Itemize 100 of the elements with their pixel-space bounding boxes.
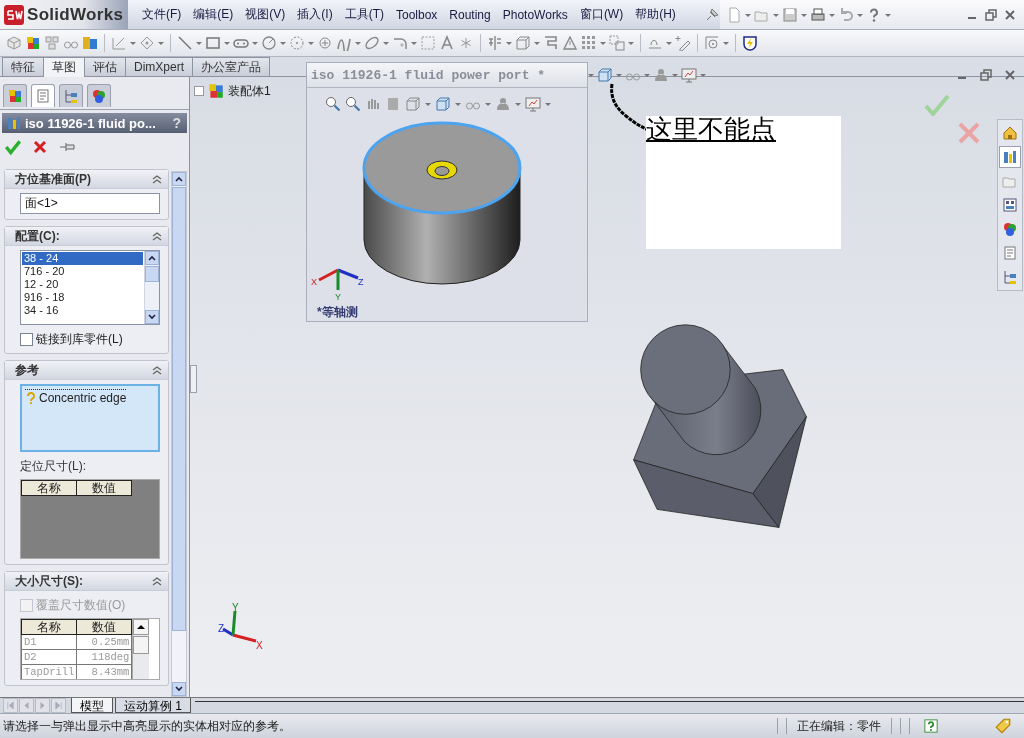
help-icon[interactable] — [924, 719, 938, 733]
chevron-up-icon[interactable] — [174, 175, 184, 183]
list-item[interactable]: 38 - 24 — [22, 252, 143, 265]
grid-icon[interactable] — [581, 35, 597, 51]
new-document-icon[interactable] — [726, 6, 742, 23]
sheets-icon[interactable] — [44, 35, 60, 51]
scrollbar-thumb[interactable] — [133, 636, 150, 654]
chevron-down-icon[interactable] — [174, 685, 184, 693]
menu-item[interactable]: 文件(F) — [136, 4, 188, 25]
menu-item[interactable]: Toolbox — [390, 5, 444, 24]
restore-icon[interactable] — [978, 67, 994, 83]
chevron-down-icon[interactable] — [147, 313, 157, 321]
print-icon[interactable] — [810, 6, 826, 23]
point-circle-icon[interactable] — [317, 35, 333, 51]
command-tab[interactable]: 办公室产品 — [192, 57, 270, 76]
pin-icon[interactable] — [704, 6, 720, 23]
assembly-icon[interactable] — [207, 82, 225, 100]
menu-item[interactable]: 编辑(E) — [187, 4, 240, 25]
cube-outline-icon[interactable] — [515, 35, 531, 51]
list-item[interactable]: 916 - 18 — [22, 291, 143, 304]
undo-icon[interactable] — [838, 6, 854, 23]
mirror-icon[interactable] — [487, 35, 503, 51]
panel-tab[interactable] — [87, 84, 111, 107]
pencil-plus-icon[interactable] — [675, 35, 691, 51]
collapse-icon[interactable] — [151, 364, 163, 376]
collapse-icon[interactable] — [151, 230, 163, 242]
command-tab[interactable]: DimXpert — [125, 57, 193, 76]
menu-item[interactable]: 窗口(W) — [573, 4, 630, 25]
menu-item[interactable]: 视图(V) — [239, 4, 292, 25]
fillet-icon[interactable] — [392, 35, 408, 51]
chevron-up-icon[interactable] — [147, 254, 157, 262]
collapse-icon[interactable] — [151, 575, 163, 587]
collapse-icon[interactable] — [151, 173, 163, 185]
ok-check-icon[interactable] — [4, 138, 22, 156]
circle-icon[interactable] — [261, 35, 277, 51]
menu-item[interactable]: PhotoWorks — [496, 5, 574, 24]
previous-icon[interactable] — [21, 700, 32, 711]
status-message: 请选择一与弹出显示中高亮显示的实体相对应的参考。 — [2, 717, 292, 735]
menu-item[interactable]: 帮助(H) — [629, 4, 682, 25]
text-tool-icon[interactable] — [439, 35, 455, 51]
list-item[interactable]: 12 - 20 — [22, 278, 143, 291]
scene-icon[interactable] — [495, 96, 511, 112]
section-title: 参考 — [15, 361, 39, 379]
save-icon[interactable] — [782, 6, 798, 23]
convert-icon[interactable] — [543, 35, 559, 51]
list-item[interactable]: 34 - 16 — [22, 304, 143, 317]
last-page-icon[interactable] — [53, 700, 64, 711]
monitor-icon[interactable] — [525, 96, 541, 112]
axis-label: Z — [358, 277, 364, 287]
view-orientation-icon[interactable] — [405, 96, 421, 112]
zoom-area-icon[interactable] — [345, 96, 361, 112]
document-tab[interactable]: 运动算例 1 — [115, 698, 191, 713]
tag-icon[interactable] — [994, 717, 1012, 735]
menu-item[interactable]: 工具(T) — [338, 4, 390, 25]
display-style-icon[interactable] — [435, 96, 451, 112]
menu-item[interactable]: 插入(I) — [291, 4, 339, 25]
tree-item[interactable]: 装配体1 — [228, 82, 271, 100]
command-tab[interactable]: 特征 — [2, 57, 44, 76]
menu-item[interactable]: Routing — [443, 5, 497, 24]
scene-icon[interactable] — [653, 67, 669, 83]
monitor-icon[interactable] — [681, 67, 697, 83]
smart-dimension-icon[interactable] — [139, 35, 155, 51]
assembly-icon[interactable] — [25, 35, 41, 51]
list-item[interactable]: 716 - 20 — [22, 265, 143, 278]
circle-frame-icon[interactable] — [704, 35, 720, 51]
input-field[interactable]: 面<1> — [20, 193, 160, 214]
collapse-handle[interactable] — [190, 365, 197, 393]
move-icon[interactable] — [609, 35, 625, 51]
line-icon[interactable] — [177, 35, 193, 51]
part-icon[interactable] — [6, 35, 22, 51]
panel-tab[interactable] — [31, 84, 55, 107]
panel-tab[interactable] — [59, 84, 83, 107]
shield-icon[interactable] — [742, 35, 758, 51]
arc-icon[interactable] — [289, 35, 305, 51]
expand-icon[interactable] — [194, 86, 204, 96]
scrollbar-thumb[interactable] — [145, 266, 159, 282]
command-tab[interactable]: 草图 — [43, 57, 85, 77]
arrow-up-icon[interactable] — [136, 623, 147, 631]
restore-icon[interactable] — [983, 6, 999, 23]
selection-item[interactable]: Concentric edge — [39, 391, 127, 405]
confirm-check-icon[interactable] — [924, 94, 950, 116]
warning-icon[interactable] — [562, 35, 578, 51]
view-cube-icon[interactable] — [597, 67, 613, 83]
document-tab[interactable]: 模型 — [71, 698, 113, 713]
rectangle-icon[interactable] — [205, 35, 221, 51]
zoom-fit-icon[interactable] — [325, 96, 341, 112]
next-icon[interactable] — [37, 700, 48, 711]
scrollbar-thumb[interactable] — [172, 187, 186, 631]
first-page-icon[interactable] — [5, 700, 16, 711]
ellipse-icon[interactable] — [364, 35, 380, 51]
task-pane-tab[interactable] — [999, 146, 1021, 168]
hierarchy-icon — [63, 88, 79, 104]
sketch-icon[interactable] — [111, 35, 127, 51]
checkbox[interactable] — [20, 333, 33, 346]
checkbox-label[interactable]: 链接到库零件(L) — [36, 331, 123, 348]
command-tab[interactable]: 评估 — [84, 57, 126, 76]
cancel-icon[interactable] — [32, 139, 48, 155]
home-icon — [1002, 125, 1018, 141]
blocks-icon[interactable] — [82, 35, 98, 51]
panel-tab[interactable] — [3, 84, 27, 107]
